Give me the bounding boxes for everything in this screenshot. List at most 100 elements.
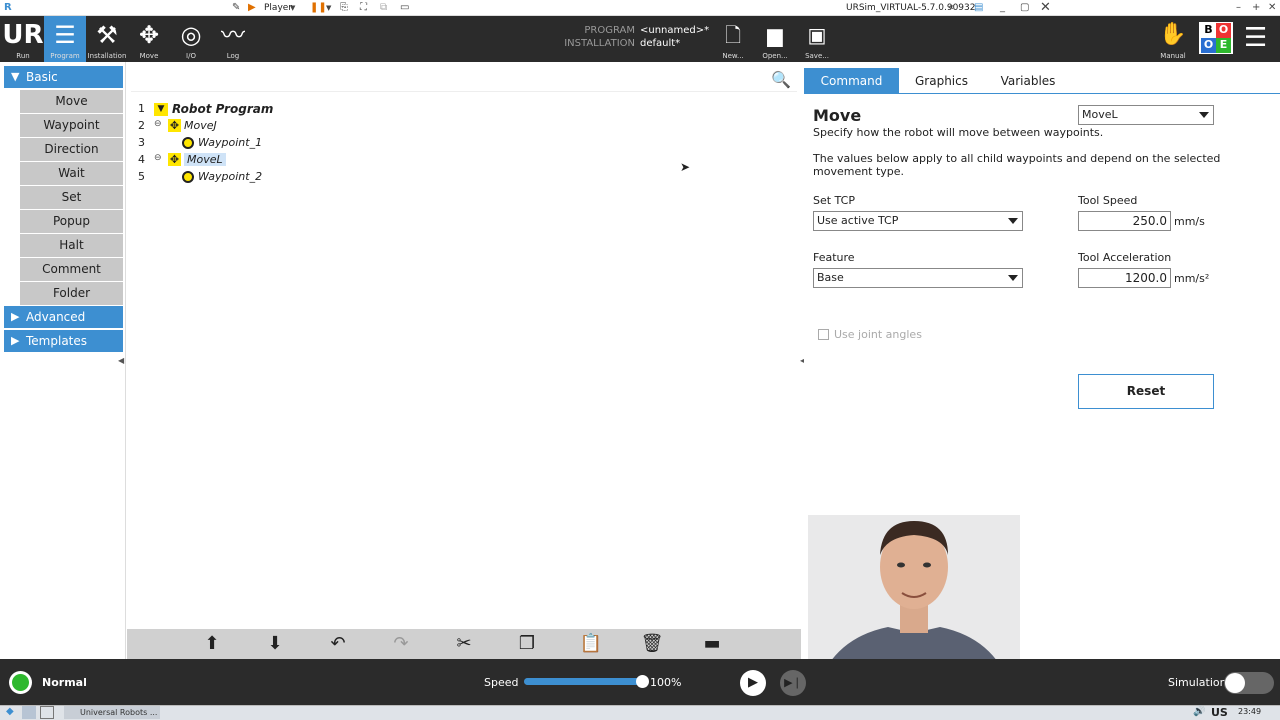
- speed-slider-track[interactable]: [524, 678, 642, 685]
- hamburger-menu-icon[interactable]: ☰: [1244, 24, 1267, 52]
- panel-title: Move: [813, 106, 862, 125]
- tree-node-waypoint-1[interactable]: Waypoint_1: [198, 136, 262, 149]
- pin-icon[interactable]: ✎: [232, 2, 240, 13]
- installation-name: default*: [640, 38, 681, 49]
- category-templates[interactable]: ▶ Templates: [4, 330, 123, 352]
- tool-speed-label: Tool Speed: [1078, 194, 1138, 207]
- save-button[interactable]: ▣ Save...: [796, 16, 838, 62]
- power-status-ring[interactable]: [9, 671, 32, 694]
- chevron-right-icon: ▶: [11, 334, 20, 347]
- nav-installation[interactable]: ⚒ Installation: [86, 16, 128, 62]
- move-arrows-icon: ✥: [138, 21, 160, 49]
- expand-icon[interactable]: +: [1252, 2, 1260, 13]
- terminal-icon[interactable]: [40, 706, 54, 719]
- move-down-icon[interactable]: ⬇: [260, 632, 290, 656]
- manual-button[interactable]: ✋ Manual: [1152, 16, 1194, 62]
- category-templates-label: Templates: [26, 334, 88, 348]
- sidebar-item-comment[interactable]: Comment: [20, 258, 123, 281]
- nav-log-label: Log: [226, 52, 240, 60]
- sidebar-item-wait[interactable]: Wait: [20, 162, 123, 185]
- joint-angles-checkbox[interactable]: [818, 329, 829, 340]
- start-menu-icon[interactable]: ◆: [6, 706, 14, 717]
- nav-log[interactable]: 〰 Log: [212, 16, 254, 62]
- tree-node-waypoint-2[interactable]: Waypoint_2: [198, 170, 262, 183]
- suppress-icon[interactable]: ▬: [697, 632, 727, 656]
- sidebar-item-halt[interactable]: Halt: [20, 234, 123, 257]
- nav-run[interactable]: UR Run: [2, 16, 44, 62]
- close-icon[interactable]: ✕: [1268, 2, 1276, 13]
- minimize-icon[interactable]: –: [1236, 2, 1241, 13]
- boe-o-blue: O: [1201, 38, 1216, 53]
- sidebar-item-move[interactable]: Move: [20, 90, 123, 113]
- move-up-icon[interactable]: ⬆: [197, 632, 227, 656]
- unity-icon[interactable]: ⧉: [380, 2, 387, 13]
- step-button[interactable]: ▶❘: [780, 670, 806, 696]
- move-node-icon: ✥: [168, 153, 181, 166]
- ur-logo-icon: UR: [2, 20, 44, 50]
- copy-icon[interactable]: ❐: [512, 632, 542, 656]
- open-button[interactable]: ▆ Open...: [754, 16, 796, 62]
- chevron-down-icon[interactable]: ▼: [290, 4, 295, 12]
- tool-speed-input[interactable]: 250.0: [1078, 211, 1171, 231]
- minimize-icon[interactable]: _: [1000, 2, 1005, 13]
- category-basic[interactable]: ▼ Basic: [4, 66, 123, 88]
- panel-description-2: The values below apply to all child wayp…: [813, 152, 1221, 178]
- nav-move[interactable]: ✥ Move: [128, 16, 170, 62]
- simulation-toggle-knob: [1225, 673, 1245, 693]
- redo-icon[interactable]: ↷: [386, 632, 416, 656]
- send-keys-icon[interactable]: ⎘: [340, 2, 348, 13]
- tool-accel-input[interactable]: 1200.0: [1078, 268, 1171, 288]
- tool-speed-unit: mm/s: [1174, 215, 1205, 228]
- player-menu[interactable]: Player: [264, 3, 292, 13]
- volume-icon[interactable]: 🔊: [1193, 706, 1205, 717]
- collapse-node-icon[interactable]: ⊖: [154, 153, 162, 163]
- nav-io[interactable]: ◎ I/O: [170, 16, 212, 62]
- tree-node-robot-program[interactable]: Robot Program: [172, 102, 273, 116]
- desktop-icon[interactable]: [22, 706, 36, 719]
- reset-button[interactable]: Reset: [1078, 374, 1214, 409]
- sidebar-item-popup[interactable]: Popup: [20, 210, 123, 233]
- search-icon[interactable]: 🔍: [771, 70, 791, 89]
- sidebar-item-set[interactable]: Set: [20, 186, 123, 209]
- fullscreen-icon[interactable]: ⛶: [360, 2, 367, 13]
- tree-node-movej[interactable]: MoveJ: [184, 119, 217, 132]
- speed-slider-handle[interactable]: [636, 675, 649, 688]
- pause-icon[interactable]: ❚❚: [310, 2, 327, 13]
- sidebar-item-waypoint[interactable]: Waypoint: [20, 114, 123, 137]
- tree-node-movel-selected[interactable]: MoveL: [184, 153, 226, 166]
- simulation-toggle[interactable]: [1224, 672, 1274, 694]
- delete-icon[interactable]: 🗑: [637, 632, 667, 656]
- feature-select[interactable]: Base: [813, 268, 1023, 288]
- keyboard-locale[interactable]: US: [1211, 706, 1228, 719]
- collapse-node-icon[interactable]: ⊖: [154, 119, 162, 129]
- paste-icon[interactable]: 📋: [576, 632, 606, 656]
- maximize-icon[interactable]: ▢: [1020, 2, 1029, 13]
- close-icon[interactable]: ✕: [1040, 0, 1051, 15]
- chevron-down-icon[interactable]: ▼: [326, 4, 331, 12]
- cut-icon[interactable]: ✂: [449, 632, 479, 656]
- sidebar-item-direction[interactable]: Direction: [20, 138, 123, 161]
- program-root-icon[interactable]: ▼: [154, 103, 168, 116]
- play-button[interactable]: ▶: [740, 670, 766, 696]
- boe-status[interactable]: B O O E: [1199, 22, 1233, 54]
- tab-command[interactable]: Command: [804, 68, 899, 94]
- speed-label: Speed: [484, 676, 519, 689]
- set-tcp-value: Use active TCP: [817, 214, 899, 227]
- simulation-label: Simulation: [1168, 676, 1227, 689]
- back-arrows-icon[interactable]: «: [948, 2, 954, 13]
- taskbar-app-item[interactable]: Universal Robots ...: [64, 706, 160, 719]
- new-button[interactable]: 🗋 New...: [712, 16, 754, 62]
- nav-program[interactable]: ☰ Program: [44, 16, 86, 62]
- sidebar-item-folder[interactable]: Folder: [20, 282, 123, 305]
- notes-icon[interactable]: ▤: [974, 2, 983, 13]
- window-icon[interactable]: ▭: [400, 2, 409, 13]
- io-icon: ◎: [180, 21, 202, 49]
- installation-key: INSTALLATION: [564, 38, 635, 49]
- tab-graphics[interactable]: Graphics: [899, 68, 984, 94]
- set-tcp-select[interactable]: Use active TCP: [813, 211, 1023, 231]
- category-advanced[interactable]: ▶ Advanced: [4, 306, 123, 328]
- tab-variables[interactable]: Variables: [984, 68, 1072, 94]
- move-type-select[interactable]: MoveL: [1078, 105, 1214, 125]
- collapse-sidebar-icon[interactable]: ◀: [118, 356, 124, 365]
- undo-icon[interactable]: ↶: [323, 632, 353, 656]
